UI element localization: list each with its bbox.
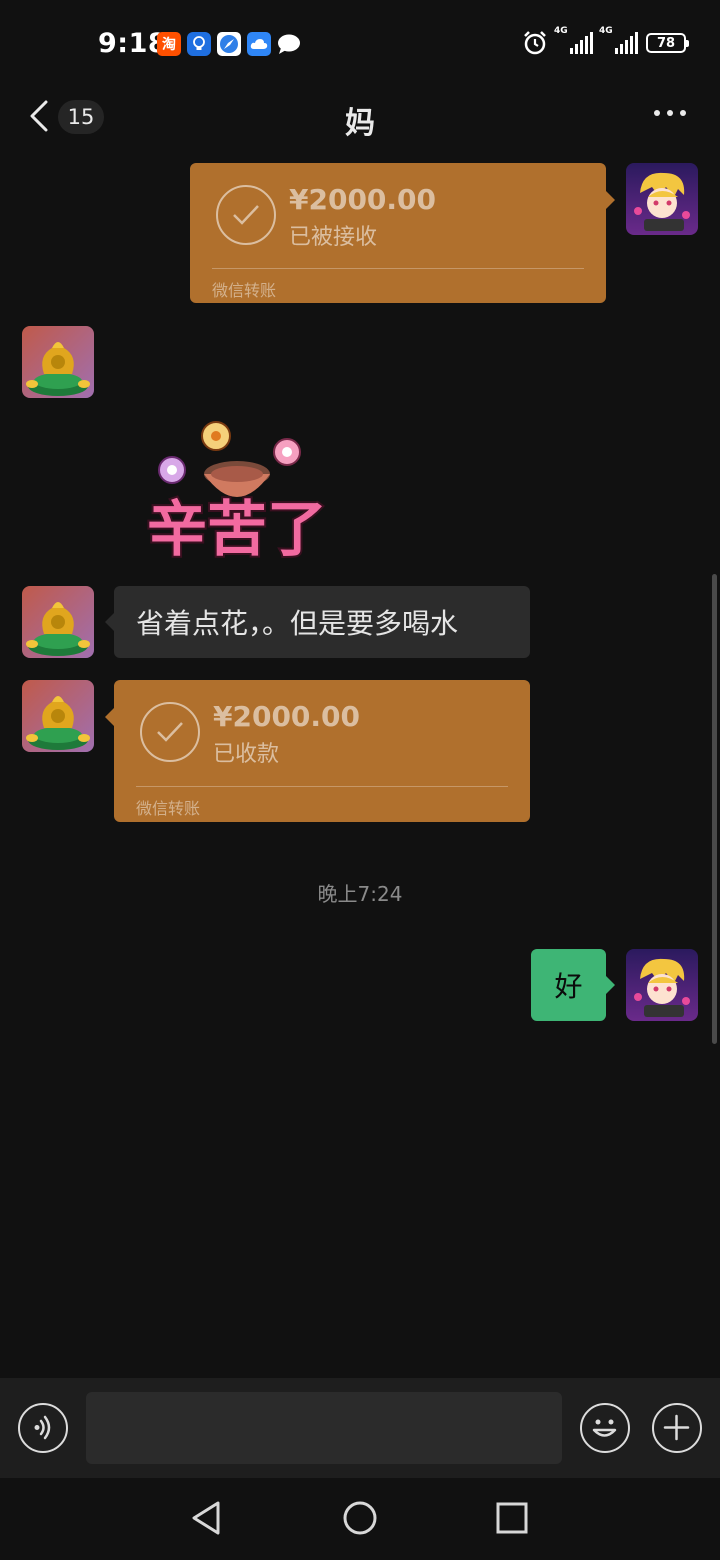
system-nav-bar <box>0 1478 720 1560</box>
check-circle-icon <box>140 702 200 762</box>
battery-level: 78 <box>656 35 676 51</box>
voice-input-button[interactable] <box>18 1403 68 1453</box>
chat-header: 15 妈 <box>0 90 720 144</box>
nav-back-button[interactable] <box>186 1498 226 1538</box>
voice-icon <box>34 1415 51 1440</box>
status-right-icons: 4G 4G 78 <box>522 26 689 56</box>
my-avatar[interactable] <box>626 163 698 235</box>
contact-avatar[interactable] <box>22 680 94 752</box>
safari-icon <box>217 32 241 56</box>
network-label-1: 4G <box>554 26 568 36</box>
transfer-divider <box>212 268 584 269</box>
battery-icon: 78 <box>646 33 689 53</box>
signal-icon-2: 4G <box>599 26 638 54</box>
sticker-message[interactable]: 辛苦了 <box>112 410 362 570</box>
chat-scrollbar[interactable] <box>712 574 717 1044</box>
circle-home-icon <box>343 1501 377 1535</box>
message-input[interactable] <box>86 1392 562 1464</box>
bubble-tail <box>105 708 114 726</box>
more-functions-button[interactable] <box>652 1403 702 1453</box>
square-recents-icon <box>496 1502 528 1534</box>
nav-recents-button[interactable] <box>492 1498 532 1538</box>
transfer-footer-label: 微信转账 <box>212 281 277 300</box>
text-message-outgoing[interactable]: 好 <box>531 949 606 1021</box>
nav-home-button[interactable] <box>340 1498 380 1538</box>
check-circle-icon <box>216 185 276 245</box>
bowl-icon <box>204 461 270 497</box>
bulb-icon <box>187 32 211 56</box>
message-timestamp: 晚上7:24 <box>317 882 403 906</box>
transfer-status: 已收款 <box>213 742 280 767</box>
cloud-icon <box>247 32 271 56</box>
input-bar <box>0 1378 720 1478</box>
taobao-icon: 淘 <box>157 32 181 56</box>
transfer-amount: ¥2000.00 <box>213 700 361 733</box>
my-avatar[interactable] <box>626 949 698 1021</box>
more-options-button[interactable] <box>654 110 686 116</box>
contact-avatar[interactable] <box>22 326 94 398</box>
status-app-icons: 淘 <box>157 32 301 56</box>
dot-icon <box>654 110 660 116</box>
triangle-back-icon <box>192 1501 220 1535</box>
bubble-tail <box>105 613 114 631</box>
dot-icon <box>667 110 673 116</box>
text-message-incoming[interactable]: 省着点花，。但是要多喝水 <box>114 586 530 658</box>
transfer-footer-label: 微信转账 <box>136 799 201 818</box>
chat-title: 妈 <box>345 106 375 141</box>
message-text: 省着点花，。但是要多喝水 <box>136 607 459 640</box>
bubble-tail <box>606 191 615 209</box>
emoji-button[interactable] <box>580 1403 630 1453</box>
transfer-bubble-outgoing[interactable]: ¥2000.00 已被接收 微信转账 <box>190 163 606 303</box>
alarm-icon <box>524 31 546 55</box>
chat-screen: 9:18 淘 4G 4G 78 15 妈 ¥2000.00 已被接收 微信转账 … <box>0 0 720 1560</box>
status-bar: 9:18 淘 4G 4G 78 <box>0 0 720 90</box>
message-bubble-icon <box>277 32 301 56</box>
smiley-icon <box>592 1419 617 1437</box>
message-text: 好 <box>554 970 583 1003</box>
signal-icon-1: 4G <box>554 26 593 54</box>
transfer-divider <box>136 786 508 787</box>
network-label-2: 4G <box>599 26 613 36</box>
bubble-tail <box>606 976 615 994</box>
sticker-text: 辛苦了 <box>147 495 327 565</box>
transfer-bubble-incoming[interactable]: ¥2000.00 已收款 微信转账 <box>114 680 530 822</box>
dot-icon <box>680 110 686 116</box>
transfer-status: 已被接收 <box>289 225 378 250</box>
transfer-amount: ¥2000.00 <box>289 183 437 216</box>
contact-avatar[interactable] <box>22 586 94 658</box>
plus-icon <box>663 1414 690 1441</box>
taobao-icon-label: 淘 <box>162 37 176 53</box>
